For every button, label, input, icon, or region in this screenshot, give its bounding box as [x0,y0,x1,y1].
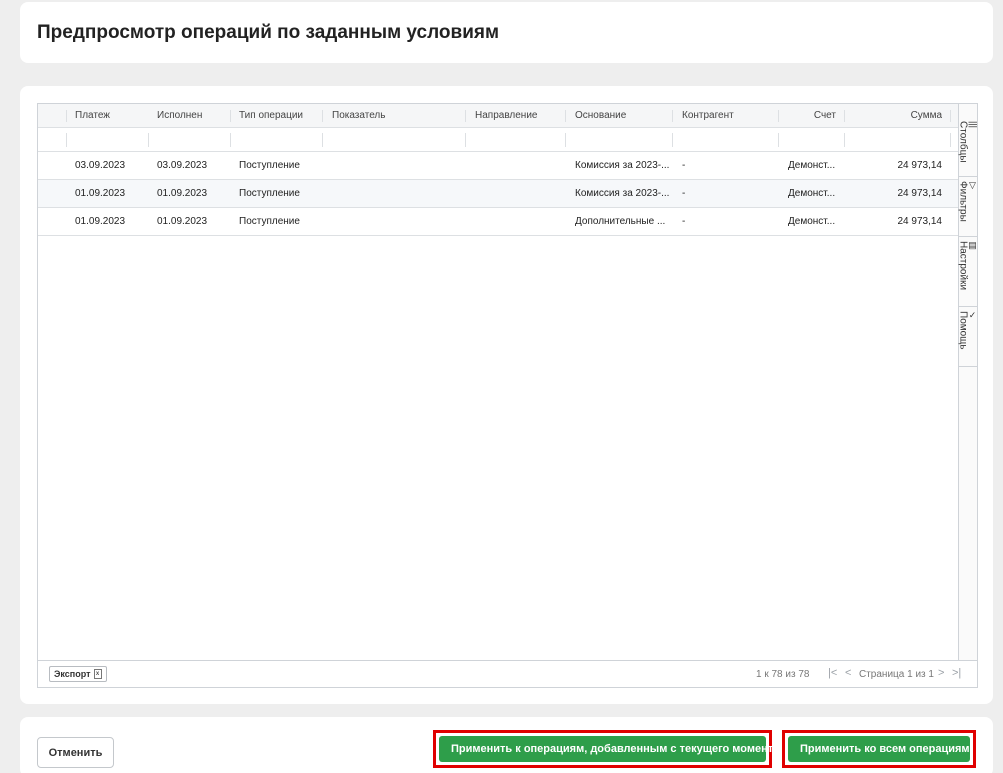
cell-operation-type: Поступление [239,188,300,199]
settings-icon: ▤ [968,241,979,251]
cell-amount: 24 973,14 [897,188,943,199]
cell-payment-date: 01.09.2023 [75,216,126,227]
filter-cell-divider [672,133,673,147]
header-card: Предпросмотр операций по заданным услови… [20,2,993,63]
last-page-icon[interactable]: >| [952,667,961,679]
side-tab-columns[interactable]: ||| Столбцы [957,117,979,177]
filter-cell-divider [778,133,779,147]
cell-basis: Комиссия за 2023-... [575,160,670,171]
export-label: Экспорт [54,669,91,679]
side-tool-panel: ||| Столбцы ▽ Фильтры ▤ Настройки ✓ Помощь [957,104,979,660]
action-card: Отменить Применить к операциям, добавлен… [20,717,993,773]
column-separator[interactable] [322,110,323,122]
cell-direction [475,208,555,235]
page-title: Предпросмотр операций по заданным услови… [37,22,500,43]
grid-footer: Экспорт x 1 к 78 из 78 |< < Страница 1 и… [38,660,977,687]
cell-indicator [332,180,452,207]
column-separator[interactable] [778,110,779,122]
cell-basis: Комиссия за 2023-... [575,188,670,199]
table-row[interactable]: 01.09.2023 01.09.2023 Поступление Дополн… [38,208,960,236]
export-button[interactable]: Экспорт x [49,666,107,682]
column-separator[interactable] [66,110,67,122]
filter-cell-divider [66,133,67,147]
cancel-button[interactable]: Отменить [37,737,114,768]
cell-operation-type: Поступление [239,216,300,227]
apply-from-now-highlight: Применить к операциям, добавленным с тек… [433,730,779,768]
filter-cell-divider [844,133,845,147]
filter-cell-divider [230,133,231,147]
side-tab-label: Столбцы [957,121,969,163]
cell-amount: 24 973,14 [897,160,943,171]
grid-header-row: Платеж Исполнен Тип операции Показатель … [38,104,960,128]
table-row[interactable]: 03.09.2023 03.09.2023 Поступление Комисс… [38,152,960,180]
filter-cell-divider [950,133,951,147]
cell-executed-date: 01.09.2023 [157,188,208,199]
row-count: 1 к 78 из 78 [756,669,810,680]
column-separator[interactable] [230,110,231,122]
cell-indicator [332,208,452,235]
column-header-direction[interactable]: Направление [475,104,555,127]
cell-executed-date: 03.09.2023 [157,160,208,171]
column-header-operation-type[interactable]: Тип операции [239,104,319,127]
cell-executed-date: 01.09.2023 [157,216,208,227]
side-tab-label: Фильтры [957,181,969,222]
cell-basis: Дополнительные ... [575,216,666,227]
column-header-indicator[interactable]: Показатель [332,104,452,127]
column-separator[interactable] [672,110,673,122]
cell-payment-date: 01.09.2023 [75,188,126,199]
cell-account: Демонст... [788,216,836,227]
cell-payment-date: 03.09.2023 [75,160,126,171]
page-info: Страница 1 из 1 [859,669,934,680]
column-header-executed[interactable]: Исполнен [157,104,217,127]
side-tab-help[interactable]: ✓ Помощь [957,307,979,367]
operations-grid: Платеж Исполнен Тип операции Показатель … [37,103,979,688]
cell-operation-type: Поступление [239,160,300,171]
help-icon: ✓ [968,311,979,321]
first-page-icon[interactable]: |< [828,667,837,679]
cell-direction [475,152,555,179]
column-header-counterparty[interactable]: Контрагент [682,104,762,127]
cell-counterparty: - [682,188,686,199]
side-tab-filters[interactable]: ▽ Фильтры [957,177,979,237]
column-separator[interactable] [565,110,566,122]
column-header-basis[interactable]: Основание [575,104,665,127]
grid-body: Платеж Исполнен Тип операции Показатель … [38,104,960,660]
cell-direction [475,180,555,207]
side-tab-label: Настройки [957,241,969,291]
excel-file-icon: x [93,669,102,679]
column-header-account[interactable]: Счет [778,104,836,127]
next-page-icon[interactable]: > [938,667,944,679]
cell-counterparty: - [682,160,686,171]
apply-from-now-button[interactable]: Применить к операциям, добавленным с тек… [439,736,779,762]
apply-all-button[interactable]: Применить ко всем операциям [788,736,970,762]
side-tab-label: Помощь [957,311,969,350]
cell-counterparty: - [682,216,686,227]
grid-filter-row [38,128,960,152]
side-tab-settings[interactable]: ▤ Настройки [957,237,979,307]
table-row[interactable]: 01.09.2023 01.09.2023 Поступление Комисс… [38,180,960,208]
column-header-payment[interactable]: Платеж [75,104,135,127]
filter-cell-divider [322,133,323,147]
filter-cell-divider [148,133,149,147]
column-header-amount[interactable]: Сумма [858,104,942,127]
columns-icon: ||| [968,121,979,129]
column-separator[interactable] [465,110,466,122]
apply-all-highlight: Применить ко всем операциям [782,730,976,768]
cell-account: Демонст... [788,160,836,171]
grid-card: Платеж Исполнен Тип операции Показатель … [20,86,993,704]
cell-amount: 24 973,14 [897,216,943,227]
filter-icon: ▽ [968,181,979,191]
cell-account: Демонст... [788,188,836,199]
filter-cell-divider [465,133,466,147]
column-separator[interactable] [844,110,845,122]
cell-indicator [332,152,452,179]
filter-cell-divider [565,133,566,147]
column-separator[interactable] [950,110,951,122]
prev-page-icon[interactable]: < [845,667,851,679]
